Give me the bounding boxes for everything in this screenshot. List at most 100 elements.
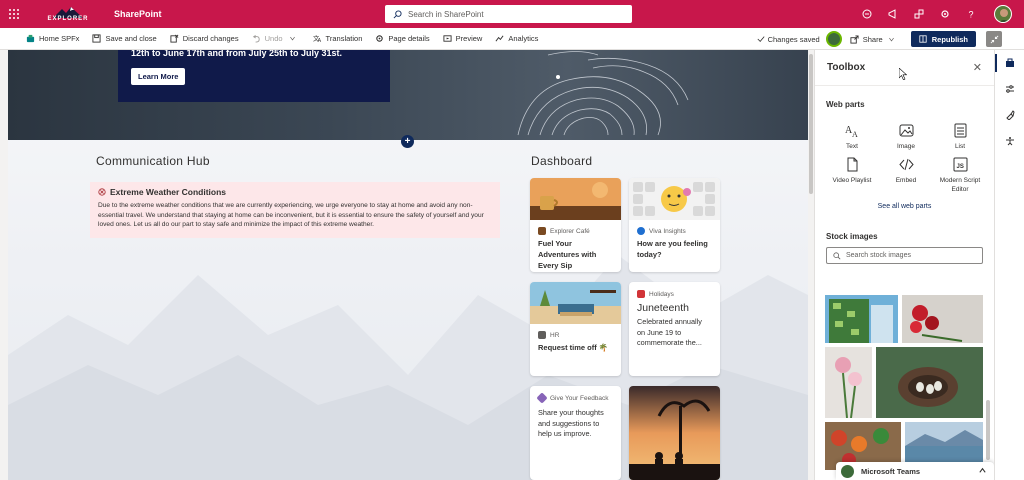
embed-icon xyxy=(898,159,914,171)
card-body: Share your thoughts and suggestions to h… xyxy=(538,408,604,439)
dashboard-card-holidays[interactable]: Holidays Juneteenth Celebrated annually … xyxy=(629,282,720,376)
share-label: Share xyxy=(862,34,883,44)
web-part-video-playlist[interactable]: Video Playlist xyxy=(826,157,878,194)
republish-button[interactable]: Republish xyxy=(910,31,976,47)
web-parts-heading: Web parts xyxy=(826,100,865,109)
canvas-scrollbar-thumb[interactable] xyxy=(809,54,813,194)
web-part-list[interactable]: List xyxy=(934,123,986,151)
dashboard-card-explorer-cafe[interactable]: Explorer Café Fuel Your Adventures with … xyxy=(530,178,621,272)
app-name[interactable]: SharePoint xyxy=(114,9,162,19)
dashboard-card-feedback[interactable]: Give Your Feedback Share your thoughts a… xyxy=(530,386,621,480)
see-all-web-parts-link[interactable]: See all web parts xyxy=(815,194,994,210)
card-headline: Juneteenth xyxy=(637,302,689,314)
card-title: Request time off 🌴 xyxy=(538,343,609,352)
home-spfx-button[interactable]: Home SPFx xyxy=(26,28,79,50)
preview-label: Preview xyxy=(455,34,483,43)
analytics-button[interactable]: Analytics xyxy=(495,28,538,50)
cafe-icon xyxy=(538,227,546,235)
search-placeholder: Search in SharePoint xyxy=(408,9,484,19)
card-meta: HR xyxy=(550,331,560,339)
chevron-down-icon xyxy=(888,37,894,41)
teams-avatar xyxy=(841,464,854,478)
teams-label: Microsoft Teams xyxy=(861,466,921,476)
web-part-image[interactable]: Image xyxy=(880,123,932,151)
chevron-up-icon[interactable] xyxy=(978,466,987,475)
undo-label: Undo xyxy=(264,34,283,43)
web-part-label: Modern Script Editor xyxy=(939,177,981,193)
svg-text:A: A xyxy=(852,130,858,138)
web-part-text[interactable]: AA Text xyxy=(826,123,878,151)
share-button[interactable]: Share xyxy=(850,35,899,44)
web-part-label: List xyxy=(954,143,966,150)
gear-icon[interactable] xyxy=(932,0,958,28)
stock-image-nest[interactable] xyxy=(876,347,983,418)
link-icon xyxy=(538,331,546,339)
mouse-cursor-icon xyxy=(899,68,907,80)
web-part-embed[interactable]: Embed xyxy=(880,157,932,194)
toolbox-icon xyxy=(1006,58,1014,67)
properties-rail-button[interactable] xyxy=(995,76,1024,102)
user-avatar[interactable] xyxy=(994,5,1012,23)
republish-icon xyxy=(919,35,927,43)
alert-title: Extreme Weather Conditions xyxy=(110,187,227,197)
toolbox-rail-button[interactable] xyxy=(995,50,1024,76)
checkmark-icon xyxy=(757,36,765,42)
help-icon[interactable]: ? xyxy=(958,0,984,28)
right-rail xyxy=(994,50,1024,480)
save-and-close-button[interactable]: Save and close xyxy=(92,28,157,50)
sliders-icon xyxy=(1006,85,1014,93)
translation-button[interactable]: 文A Translation xyxy=(313,28,363,50)
calendar-icon xyxy=(637,290,645,298)
script-editor-icon: JS xyxy=(953,157,967,172)
toolbox-scrollbar-thumb[interactable] xyxy=(986,400,990,460)
image-icon xyxy=(899,124,913,137)
site-logo[interactable]: EXPLORER xyxy=(38,2,98,26)
web-parts-grid: AA Text Image List Video Playlist Embed … xyxy=(815,115,994,194)
undo-button[interactable]: Undo xyxy=(252,28,300,50)
megaphone-icon[interactable] xyxy=(880,0,906,28)
web-part-modern-script-editor[interactable]: JS Modern Script Editor xyxy=(934,157,986,194)
dashboard-card-hr[interactable]: HR Request time off 🌴 xyxy=(530,282,621,376)
collapse-toolbox-button[interactable] xyxy=(986,31,1002,47)
sunset-image xyxy=(629,386,720,480)
design-rail-button[interactable] xyxy=(995,102,1024,128)
toolbox-scrollbar[interactable] xyxy=(985,350,991,470)
page-details-button[interactable]: Page details xyxy=(375,28,430,50)
preview-button[interactable]: Preview xyxy=(443,28,483,50)
save-and-close-label: Save and close xyxy=(105,34,157,43)
save-status-text: Changes saved xyxy=(767,34,820,44)
discard-changes-button[interactable]: Discard changes xyxy=(170,28,239,50)
alert-body: Due to the extreme weather conditions th… xyxy=(98,202,484,229)
translation-icon: 文A xyxy=(313,34,322,43)
copilot-icon[interactable] xyxy=(854,0,880,28)
microsoft-teams-chat-bar[interactable]: Microsoft Teams xyxy=(836,462,994,480)
dashboard-card-viva-insights[interactable]: Viva Insights How are you feeling today? xyxy=(629,178,720,272)
apps-icon[interactable] xyxy=(906,0,932,28)
stock-images-search-input[interactable]: Search stock images xyxy=(826,247,983,265)
stock-image-roses[interactable] xyxy=(902,295,983,343)
chevron-down-icon[interactable] xyxy=(289,35,296,42)
close-icon[interactable]: ✕ xyxy=(973,61,982,74)
share-icon xyxy=(850,34,859,44)
sharepoint-search-input[interactable]: Search in SharePoint xyxy=(385,5,632,23)
dashboard-card-sunset-image[interactable] xyxy=(629,386,720,480)
card-body: Celebrated annually on June 19 to commem… xyxy=(637,317,702,348)
web-part-label: Video Playlist xyxy=(832,177,872,185)
app-launcher-icon[interactable] xyxy=(0,0,28,28)
learn-more-button[interactable]: Learn More xyxy=(131,68,186,85)
discard-icon xyxy=(170,34,179,43)
hero-card: 12th to June 17th and from July 25th to … xyxy=(118,50,390,102)
page-canvas: 12th to June 17th and from July 25th to … xyxy=(8,50,808,480)
svg-text:?: ? xyxy=(969,10,974,20)
discard-changes-label: Discard changes xyxy=(182,34,239,43)
hero-section: 12th to June 17th and from July 25th to … xyxy=(8,50,808,140)
translation-label: Translation xyxy=(325,34,363,43)
accessibility-rail-button[interactable] xyxy=(995,128,1024,154)
editor-avatar[interactable] xyxy=(825,31,842,47)
toolbox-title: Toolbox xyxy=(827,62,866,73)
stock-image-building[interactable] xyxy=(825,295,898,343)
stock-images-heading: Stock images xyxy=(826,232,878,242)
stock-image-flowers[interactable] xyxy=(825,347,872,418)
text-icon: AA xyxy=(845,125,858,138)
card-meta: Give Your Feedback xyxy=(550,394,609,402)
